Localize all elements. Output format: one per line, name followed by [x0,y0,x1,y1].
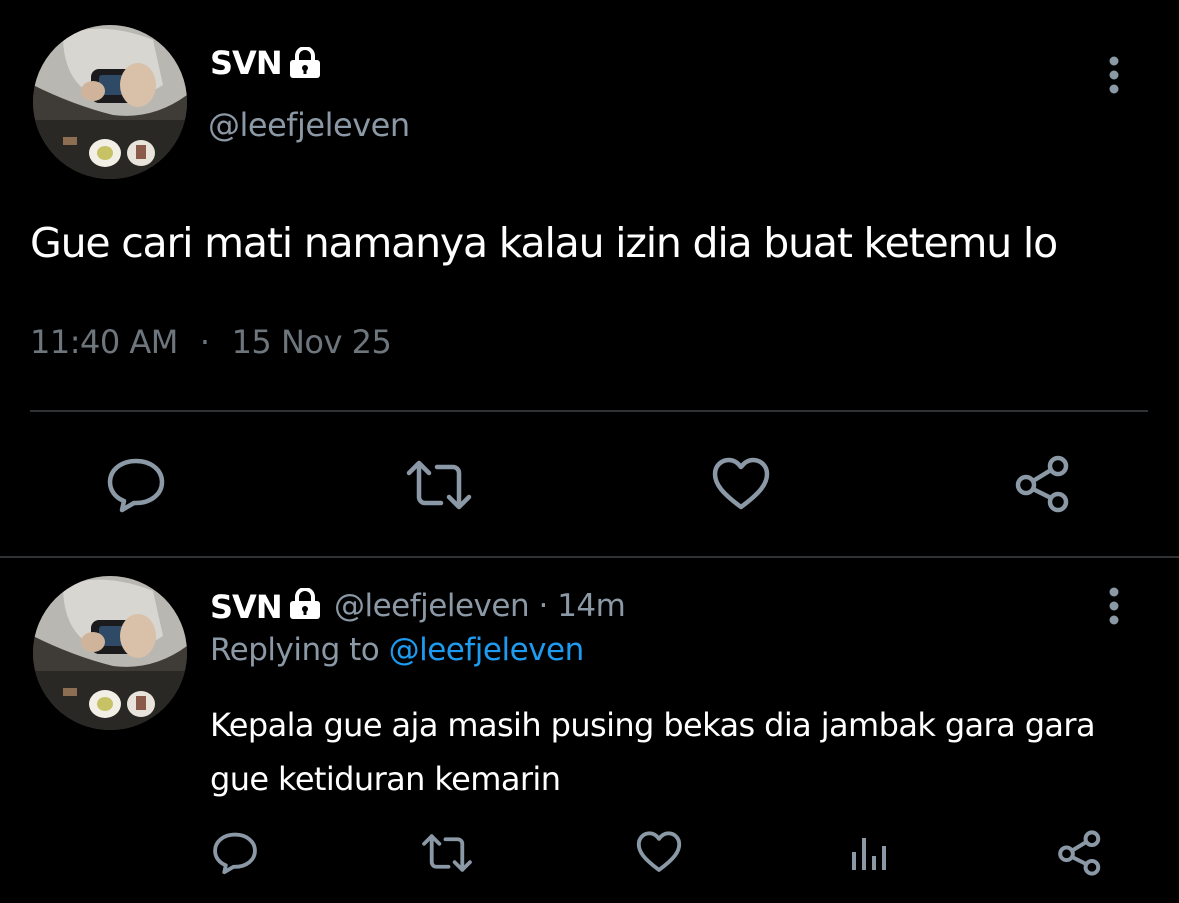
analytics-icon[interactable] [850,834,890,872]
replying-to-label: Replying to [210,632,389,668]
replying-to: Replying to @leefjeleven [210,632,584,668]
tweet-text: Gue cari mati namanya kalau izin dia bua… [30,219,1058,267]
more-vertical-icon[interactable] [1102,587,1126,627]
share-icon[interactable] [1057,830,1103,876]
mention-link[interactable]: @leefjeleven [389,632,585,668]
like-icon[interactable] [636,831,682,873]
meta-separator: · [538,588,548,624]
display-name[interactable]: SVN [210,44,283,82]
divider [0,556,1179,558]
tweet-text: Kepala gue aja masih pusing bekas dia ja… [210,706,1096,798]
divider [30,410,1148,412]
avatar[interactable] [33,25,187,179]
timestamp-separator: · [199,323,210,361]
reply-meta: @leefjeleven · 14m [334,588,626,624]
retweet-icon[interactable] [405,457,473,513]
display-name[interactable]: SVN [210,588,283,626]
reply-icon[interactable] [212,831,258,875]
lock-icon [290,588,320,619]
more-vertical-icon[interactable] [1102,56,1126,96]
tweet-time: 11:40 AM [30,323,178,361]
retweet-icon[interactable] [421,831,473,875]
like-icon[interactable] [712,457,770,511]
main-tweet: SVN @leefjeleven Gue cari mati namanya k… [0,0,1179,556]
handle[interactable]: @leefjeleven [334,588,530,624]
lock-icon [290,47,320,78]
tweet-date: 15 Nov 25 [231,323,392,361]
handle[interactable]: @leefjeleven [208,106,410,144]
timestamp[interactable]: 11:40 AM · 15 Nov 25 [30,323,392,361]
reply-icon[interactable] [106,457,166,513]
avatar[interactable] [33,576,187,730]
tweet-age: 14m [557,588,626,624]
share-icon[interactable] [1014,455,1072,513]
